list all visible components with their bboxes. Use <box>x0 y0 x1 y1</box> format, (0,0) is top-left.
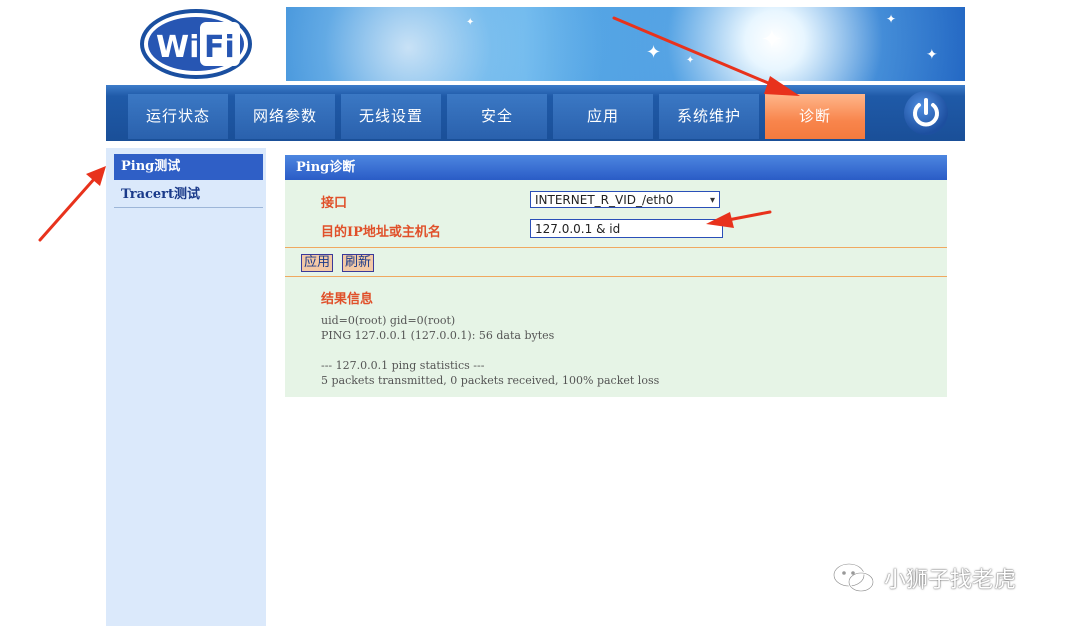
power-button[interactable] <box>904 91 948 135</box>
refresh-button[interactable]: 刷新 <box>342 254 375 272</box>
divider <box>285 247 947 248</box>
result-line: --- 127.0.0.1 ping statistics --- <box>321 359 485 372</box>
watermark: 小狮子找老虎 <box>832 560 1016 596</box>
wifi-logo: Wi Fi <box>140 8 252 80</box>
host-label: 目的IP地址或主机名 <box>321 225 441 240</box>
divider <box>285 276 947 277</box>
host-input[interactable] <box>530 219 723 238</box>
sparkle-icon: ✦ <box>686 55 695 66</box>
header-banner: ✦ ✦ ✦ ✦ ✦ ✦ <box>286 7 965 81</box>
nav-item-status[interactable]: 运行状态 <box>128 94 228 139</box>
sparkle-icon: ✦ <box>926 47 938 63</box>
svg-text:Fi: Fi <box>204 30 235 65</box>
wechat-icon <box>832 562 875 593</box>
chevron-down-icon: ▾ <box>709 195 715 206</box>
nav-item-network[interactable]: 网络参数 <box>235 94 335 139</box>
ping-panel: Ping诊断 接口 INTERNET_R_VID_/eth0 ▾ 目的IP地址或… <box>285 155 947 397</box>
interface-select-value: INTERNET_R_VID_/eth0 <box>535 193 674 207</box>
sparkle-icon: ✦ <box>466 17 475 28</box>
sidebar: Ping测试 Tracert测试 <box>106 148 266 626</box>
nav-item-security[interactable]: 安全 <box>447 94 547 139</box>
apply-button[interactable]: 应用 <box>301 254 334 272</box>
result-title: 结果信息 <box>321 292 374 307</box>
svg-text:Wi: Wi <box>156 30 199 65</box>
main-nav: 运行状态 网络参数 无线设置 安全 应用 系统维护 诊断 <box>106 85 965 141</box>
nav-item-application[interactable]: 应用 <box>553 94 653 139</box>
sidebar-item-ping[interactable]: Ping测试 <box>114 154 263 180</box>
panel-title: Ping诊断 <box>285 155 947 180</box>
sparkle-icon: ✦ <box>886 12 897 26</box>
result-line: PING 127.0.0.1 (127.0.0.1): 56 data byte… <box>321 329 555 342</box>
watermark-text: 小狮子找老虎 <box>884 568 1017 593</box>
result-line: uid=0(root) gid=0(root) <box>321 314 456 327</box>
nav-item-maintenance[interactable]: 系统维护 <box>659 94 759 139</box>
arrow-icon <box>38 166 106 242</box>
power-icon <box>913 98 939 127</box>
nav-item-diagnostics[interactable]: 诊断 <box>765 94 865 139</box>
interface-label: 接口 <box>321 196 348 211</box>
nav-item-wireless[interactable]: 无线设置 <box>341 94 441 139</box>
result-line: 5 packets transmitted, 0 packets receive… <box>321 374 660 387</box>
sparkle-icon: ✦ <box>646 42 662 63</box>
interface-select[interactable]: INTERNET_R_VID_/eth0 ▾ <box>530 191 720 208</box>
sparkle-icon: ✦ <box>761 25 783 55</box>
sidebar-item-tracert[interactable]: Tracert测试 <box>114 182 263 208</box>
